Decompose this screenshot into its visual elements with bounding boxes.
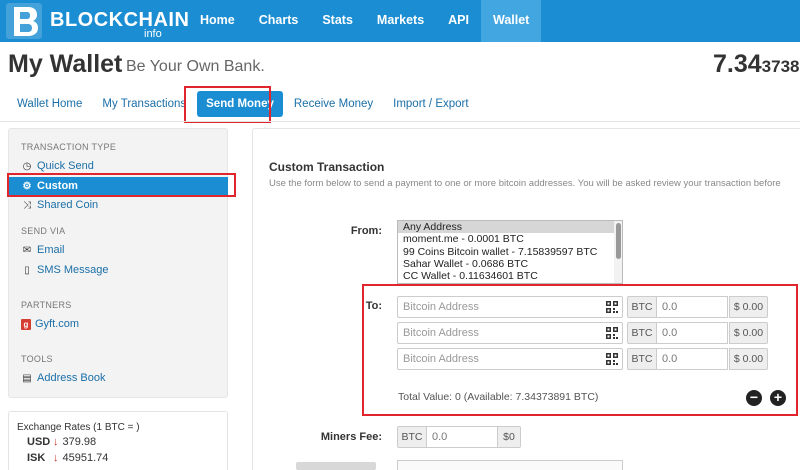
balance-small: 3738 bbox=[761, 57, 800, 76]
fee-btc-unit: BTC bbox=[397, 426, 427, 448]
sidebar-item-shared-coin[interactable]: ⤨ Shared Coin bbox=[21, 196, 98, 214]
form-title: Custom Transaction bbox=[269, 160, 385, 174]
fiat-value: $ 0.00 bbox=[729, 348, 768, 370]
form-description: Use the form below to send a payment to … bbox=[269, 178, 781, 189]
from-scrollbar[interactable] bbox=[614, 221, 622, 283]
custom-highlight-box bbox=[7, 173, 236, 197]
btc-amount-input[interactable]: 0.0 bbox=[656, 348, 728, 370]
gyft-icon: g bbox=[21, 319, 31, 330]
address-placeholder: Bitcoin Address bbox=[403, 327, 479, 339]
from-option[interactable]: 99 Coins Bitcoin wallet - 7.15839597 BTC bbox=[398, 246, 622, 258]
book-icon: ▤ bbox=[22, 373, 32, 384]
cutoff-label bbox=[296, 462, 376, 470]
btc-unit-label: BTC bbox=[627, 322, 657, 344]
balance-main: 7.34 bbox=[713, 50, 762, 78]
exchange-rate-row: USD ↓ 379.98 bbox=[27, 436, 96, 448]
send-money-highlight-box bbox=[184, 86, 271, 123]
miners-fee-input[interactable]: 0.0 bbox=[426, 426, 498, 448]
btc-amount-input[interactable]: 0.0 bbox=[656, 296, 728, 318]
total-value-text: Total Value: 0 (Available: 7.34373891 BT… bbox=[398, 391, 599, 403]
address-placeholder: Bitcoin Address bbox=[403, 353, 479, 365]
exchange-rate-row: ISK ↓ 45951.74 bbox=[27, 452, 108, 464]
fiat-value: $ 0.00 bbox=[729, 296, 768, 318]
shared-coin-label: Shared Coin bbox=[37, 199, 99, 211]
add-recipient-button[interactable]: + bbox=[770, 390, 786, 406]
nav-home[interactable]: Home bbox=[188, 0, 247, 42]
currency-code: ISK bbox=[27, 452, 46, 464]
btc-unit-label: BTC bbox=[627, 296, 657, 318]
from-option[interactable]: Sahar Wallet - 0.0686 BTC bbox=[398, 258, 622, 270]
from-address-select[interactable]: Any Address moment.me - 0.0001 BTC 99 Co… bbox=[397, 220, 623, 284]
shuffle-icon: ⤨ bbox=[23, 200, 31, 211]
page-title: My Wallet bbox=[8, 50, 123, 78]
from-option[interactable]: CC Wallet - 0.11634601 BTC bbox=[398, 270, 622, 282]
blockchain-logo[interactable]: BLOCKCHAIN info bbox=[6, 3, 196, 40]
partners-heading: PARTNERS bbox=[21, 300, 72, 310]
sidebar-item-gyft[interactable]: g Gyft.com bbox=[21, 315, 79, 333]
main-nav: Home Charts Stats Markets API Wallet bbox=[188, 0, 542, 42]
arrow-down-icon: ↓ bbox=[53, 452, 59, 464]
from-label: From: bbox=[350, 225, 382, 237]
cutoff-select[interactable] bbox=[397, 460, 623, 470]
miners-fee-label: Miners Fee: bbox=[320, 431, 382, 443]
qr-code-icon[interactable] bbox=[606, 327, 618, 339]
bitcoin-address-input[interactable]: Bitcoin Address bbox=[397, 322, 623, 344]
tabs-divider bbox=[0, 121, 800, 122]
currency-value: 45951.74 bbox=[62, 452, 109, 464]
arrow-down-icon: ↓ bbox=[53, 436, 59, 448]
blockchain-logo-icon bbox=[6, 3, 42, 39]
logo-subtext: info bbox=[144, 28, 162, 40]
phone-icon: ▯ bbox=[24, 265, 30, 276]
tab-import-export[interactable]: Import / Export bbox=[384, 91, 477, 117]
remove-recipient-button[interactable]: − bbox=[746, 390, 762, 406]
wallet-balance: 7.343738 bbox=[713, 50, 800, 79]
tab-wallet-home[interactable]: Wallet Home bbox=[8, 91, 91, 117]
btc-amount-input[interactable]: 0.0 bbox=[656, 322, 728, 344]
to-label: To: bbox=[365, 300, 382, 312]
scrollbar-thumb[interactable] bbox=[616, 223, 621, 259]
qr-code-icon[interactable] bbox=[606, 301, 618, 313]
email-label: Email bbox=[37, 244, 65, 256]
sidebar-item-address-book[interactable]: ▤ Address Book bbox=[21, 369, 105, 387]
exchange-rates-panel: Exchange Rates (1 BTC = ) USD ↓ 379.98 ISK… bbox=[8, 411, 228, 470]
logo-text: BLOCKCHAIN bbox=[50, 9, 190, 31]
sms-label: SMS Message bbox=[37, 264, 109, 276]
from-option[interactable]: moment.me - 0.0001 BTC bbox=[398, 233, 622, 245]
currency-code: USD bbox=[27, 436, 51, 448]
bitcoin-address-input[interactable]: Bitcoin Address bbox=[397, 348, 623, 370]
tools-heading: TOOLS bbox=[21, 354, 53, 364]
address-book-label: Address Book bbox=[37, 372, 106, 384]
tab-receive-money[interactable]: Receive Money bbox=[285, 91, 382, 117]
exchange-rates-title: Exchange Rates (1 BTC = ) bbox=[17, 422, 140, 433]
sidebar: TRANSACTION TYPE ◷ Quick Send ⚙ Custom ⤨ Sh… bbox=[8, 128, 228, 398]
tab-my-transactions[interactable]: My Transactions bbox=[93, 91, 195, 117]
currency-value: 379.98 bbox=[62, 436, 97, 448]
page-subtitle: Be Your Own Bank. bbox=[126, 58, 265, 75]
btc-unit-label: BTC bbox=[627, 348, 657, 370]
bitcoin-address-input[interactable]: Bitcoin Address bbox=[397, 296, 623, 318]
top-navbar: BLOCKCHAIN info Home Charts Stats Market… bbox=[0, 0, 800, 42]
nav-wallet[interactable]: Wallet bbox=[481, 0, 542, 42]
transaction-type-heading: TRANSACTION TYPE bbox=[21, 142, 117, 152]
gyft-label: Gyft.com bbox=[35, 318, 80, 330]
qr-code-icon[interactable] bbox=[606, 353, 618, 365]
sidebar-item-email[interactable]: ✉ Email bbox=[21, 241, 65, 259]
nav-markets[interactable]: Markets bbox=[365, 0, 436, 42]
nav-api[interactable]: API bbox=[436, 0, 481, 42]
quick-send-label: Quick Send bbox=[37, 160, 94, 172]
nav-charts[interactable]: Charts bbox=[247, 0, 311, 42]
envelope-icon: ✉ bbox=[22, 245, 32, 256]
send-via-heading: SEND VIA bbox=[21, 226, 66, 236]
fiat-value: $ 0.00 bbox=[729, 322, 768, 344]
nav-stats[interactable]: Stats bbox=[310, 0, 365, 42]
sidebar-item-sms[interactable]: ▯ SMS Message bbox=[21, 261, 109, 279]
fee-fiat-value: $0 bbox=[497, 426, 521, 448]
from-option[interactable]: Any Address bbox=[398, 221, 622, 234]
address-placeholder: Bitcoin Address bbox=[403, 301, 479, 313]
